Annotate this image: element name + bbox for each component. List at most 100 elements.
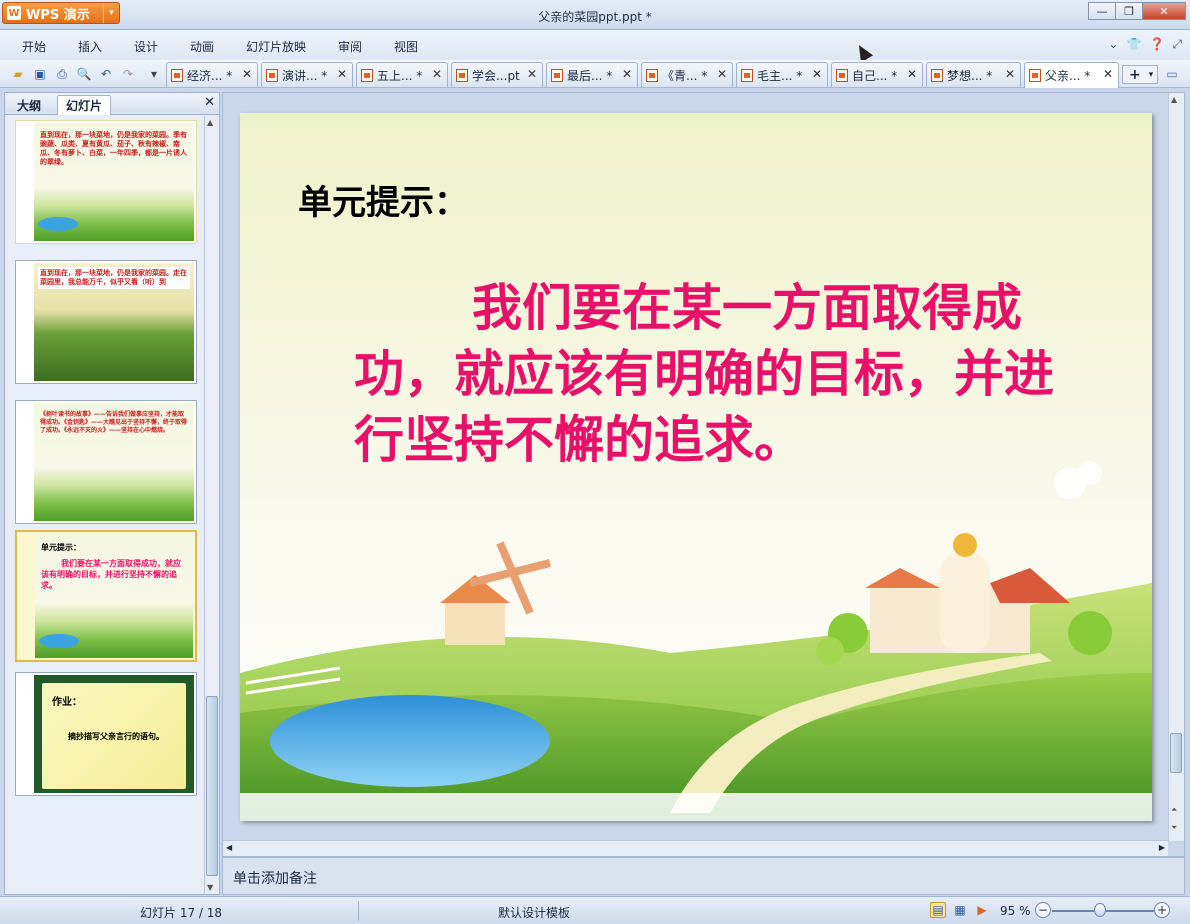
thumbnail-text: 直到现在，那一块菜地，仍是我家的菜园。季有豌蔬、瓜类、夏有黄瓜、茄子、秋有辣椒、… [40,131,187,166]
ppt-file-icon [266,68,278,82]
thumbnail-title: 作业： [52,697,82,708]
menu-home[interactable]: 开始 [22,38,46,55]
close-tab-icon[interactable]: ✕ [717,67,727,81]
notes-pane[interactable]: 单击添加备注 [222,857,1185,895]
window-title: 父亲的菜园ppt.ppt * [538,10,652,24]
close-tab-icon[interactable]: ✕ [527,67,537,81]
ppt-file-icon [646,68,658,82]
scroll-down-icon[interactable]: ▼ [207,883,213,892]
slide-heading[interactable]: 单元提示： [298,175,468,224]
thumbnail-scrollbar[interactable]: ▲ ▼ [204,116,219,894]
menu-design[interactable]: 设计 [134,38,158,55]
close-panel-icon[interactable]: ✕ [204,95,215,110]
close-tab-icon[interactable]: ✕ [1005,67,1015,81]
close-tab-icon[interactable]: ✕ [337,67,347,81]
doc-tab[interactable]: 学会...pt ✕ [451,62,543,87]
doc-tab[interactable]: 经济... * ✕ [166,62,258,87]
menu-animation[interactable]: 动画 [190,38,214,55]
menu-view[interactable]: 视图 [394,38,418,55]
slide-body-text[interactable]: 我们要在某一方面取得成功，就应该有明确的目标，并进行坚持不懈的追求。 [354,275,1094,473]
normal-view-icon[interactable]: ▤ [930,902,946,918]
doc-tab-label: 最后... * [567,68,613,83]
thumbnail-text: 我们要在某一方面取得成功，就应该有明确的目标，并进行坚持不懈的追求。 [41,559,181,590]
scrollbar-thumb[interactable] [1170,733,1182,773]
scroll-up-icon[interactable]: ▲ [207,118,213,127]
thumbnail-text: 摘抄描写父亲言行的语句。 [68,732,164,741]
slide-panel: 大纲 幻灯片 ✕ 14 ☆ 直到现在，那一块菜地，仍是我家的菜园。季有豌蔬、瓜类… [4,92,220,895]
doc-tab-label: 经济... * [187,68,233,83]
doc-tab-label: 父亲... * [1045,69,1091,83]
doc-tab-label: 自己... * [852,68,898,83]
menu-insert[interactable]: 插入 [78,38,102,55]
next-slide-icon[interactable]: ⏷ [1171,823,1177,833]
skin-icon[interactable]: 👕 [1126,37,1141,52]
close-window-button[interactable]: ✕ [1142,2,1186,20]
doc-tab[interactable]: 《青... * ✕ [641,62,733,87]
undo-icon[interactable]: ↶ [98,66,114,82]
close-tab-icon[interactable]: ✕ [1103,67,1113,81]
thumbnail-preview: 《树叶读书的故事》——告诉我们做事应坚持，才能取得成功。《金钥匙》——大瞧见出于… [34,403,194,521]
template-name[interactable]: 默认设计模板 [498,904,570,921]
close-tab-icon[interactable]: ✕ [242,67,252,81]
save-icon[interactable]: ▣ [32,66,48,82]
status-bar: 幻灯片 17 / 18 默认设计模板 ▤ ▦ ▶ 95 % − + [0,896,1190,924]
quick-toolbar: ▰ ▣ ⎙ 🔍 ↶ ↷ ▾ 经济... * ✕ 演讲... * ✕ 五上... * ✕… [0,60,1190,88]
tab-outline[interactable]: 大纲 [9,95,49,115]
help-icon[interactable]: ❓ [1149,37,1164,52]
close-tab-icon[interactable]: ✕ [622,67,632,81]
print-icon[interactable]: ⎙ [54,66,70,82]
slide-canvas[interactable]: 单元提示： 我们要在某一方面取得成功，就应该有明确的目标，并进行坚持不懈的追求。 [240,113,1152,821]
doc-tab[interactable]: 毛主... * ✕ [736,62,828,87]
zoom-in-icon[interactable]: + [1154,902,1170,918]
zoom-slider-thumb[interactable] [1094,903,1106,917]
zoom-level[interactable]: 95 % [1000,904,1031,918]
thumbnail-text: 直到现在，那一块菜地，仍是我家的菜园。走在菜园里，我总能万千，似乎又看（听）到 [38,267,190,289]
open-folder-icon[interactable]: ▰ [10,66,26,82]
slide-thumbnail-17[interactable]: 单元提示： 我们要在某一方面取得成功，就应该有明确的目标，并进行坚持不懈的追求。 [15,530,197,662]
scroll-up-icon[interactable]: ▲ [1171,95,1177,104]
redo-icon[interactable]: ↷ [120,66,136,82]
doc-tab[interactable]: 梦想... * ✕ [926,62,1021,87]
menu-review[interactable]: 审阅 [338,38,362,55]
doc-tab[interactable]: 自己... * ✕ [831,62,923,87]
slide-thumbnail-18[interactable]: 作业： 摘抄描写父亲言行的语句。 [15,672,197,796]
thumbnail-preview: 单元提示： 我们要在某一方面取得成功，就应该有明确的目标，并进行坚持不懈的追求。 [35,534,193,658]
doc-tab-active[interactable]: 父亲... * ✕ [1024,62,1119,88]
close-tab-icon[interactable]: ✕ [907,67,917,81]
editor-vertical-scrollbar[interactable]: ▲ ⏶ ⏷ [1168,93,1184,841]
tab-list-icon[interactable]: ▭ [1164,66,1180,82]
doc-tab[interactable]: 最后... * ✕ [546,62,638,87]
prev-slide-icon[interactable]: ⏶ [1171,805,1177,815]
thumbnail-text: 《树叶读书的故事》——告诉我们做事应坚持，才能取得成功。《金钥匙》——大瞧见出于… [40,411,188,434]
customize-toolbar-icon[interactable]: ▾ [146,66,162,82]
chevron-down-icon[interactable]: ⌄ [1108,37,1118,52]
close-tab-icon[interactable]: ✕ [812,67,822,81]
maximize-button[interactable]: ❐ [1115,2,1143,20]
zoom-out-icon[interactable]: − [1035,902,1051,918]
title-bar: W WPS 演示 ▾ 父亲的菜园ppt.ppt * — ❐ ✕ [0,0,1190,30]
notepad-graphic: 作业： 摘抄描写父亲言行的语句。 [42,683,186,789]
slide-thumbnail-15[interactable]: 直到现在，那一块菜地，仍是我家的菜园。走在菜园里，我总能万千，似乎又看（听）到 [15,260,197,384]
close-tab-icon[interactable]: ✕ [432,67,442,81]
slide-thumbnail-14[interactable]: 直到现在，那一块菜地，仍是我家的菜园。季有豌蔬、瓜类、夏有黄瓜、茄子、秋有辣椒、… [15,120,197,244]
pond-graphic [39,634,79,648]
scrollbar-thumb[interactable] [206,696,218,876]
slide-sorter-icon[interactable]: ▦ [952,902,968,918]
new-tab-button[interactable]: + ▾ [1122,65,1158,84]
pond-graphic [38,217,78,231]
print-preview-icon[interactable]: 🔍 [76,66,92,82]
scroll-right-icon[interactable]: ▶ [1159,843,1165,852]
menu-slideshow[interactable]: 幻灯片放映 [246,38,306,55]
restore-icon[interactable]: ⤢ [1172,37,1182,52]
slide-editor: 单元提示： 我们要在某一方面取得成功，就应该有明确的目标，并进行坚持不懈的追求。… [222,92,1185,857]
scroll-left-icon[interactable]: ◀ [226,843,232,852]
editor-horizontal-scrollbar[interactable]: ◀ ▶ [223,840,1168,856]
minimize-button[interactable]: — [1088,2,1116,20]
tab-slides[interactable]: 幻灯片 [57,95,112,115]
thumbnail-preview: 作业： 摘抄描写父亲言行的语句。 [34,675,194,793]
slideshow-icon[interactable]: ▶ [974,902,990,918]
doc-tab[interactable]: 五上... * ✕ [356,62,448,87]
ppt-file-icon [456,68,468,82]
slide-thumbnail-16[interactable]: 《树叶读书的故事》——告诉我们做事应坚持，才能取得成功。《金钥匙》——大瞧见出于… [15,400,197,524]
doc-tab[interactable]: 演讲... * ✕ [261,62,353,87]
